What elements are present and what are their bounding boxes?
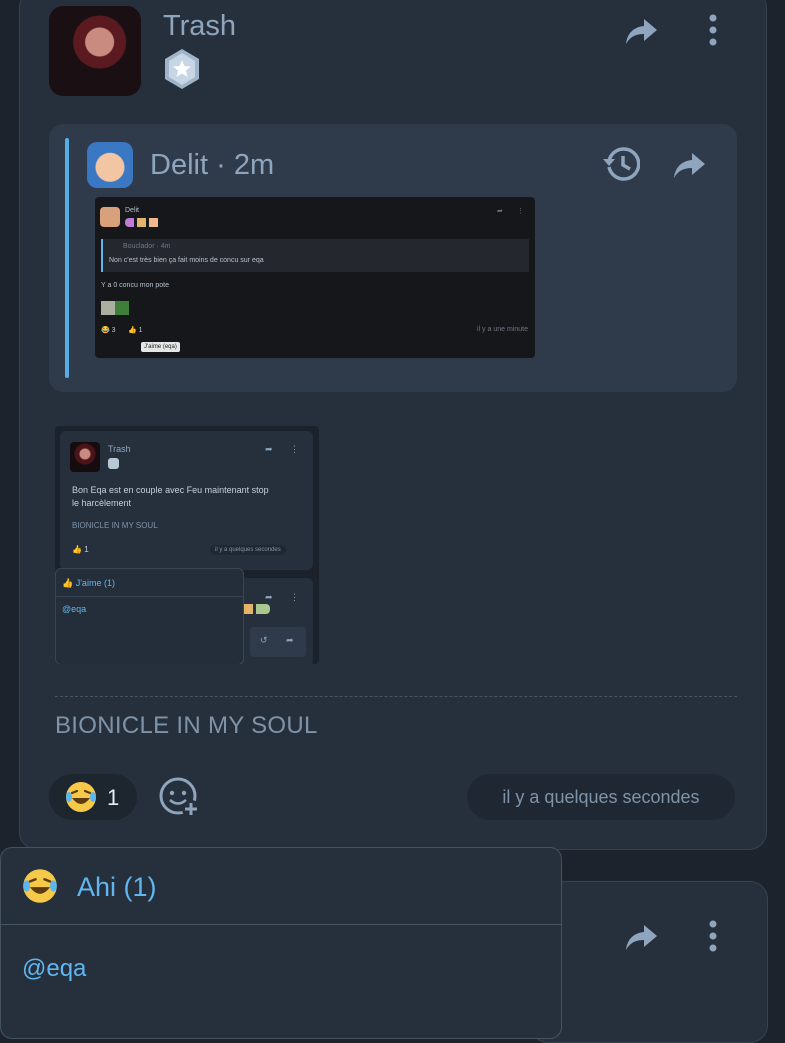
laughing-emoji-icon: [66, 782, 96, 812]
more-vertical-icon: [709, 920, 717, 952]
post-timestamp: il y a quelques secondes: [467, 774, 735, 820]
mini-author: Delit: [125, 207, 140, 214]
mini-text-line1: Bon Eqa est en couple avec Feu maintenan…: [72, 485, 269, 495]
mini-share-icon: ➦: [265, 592, 273, 602]
quote-author-name[interactable]: Delit: [150, 149, 208, 181]
reaction-popup-title: Ahi (1): [77, 872, 157, 902]
mini-quote-text: Non c'est très bien ça fait moins de con…: [109, 257, 264, 264]
mini-tooltip: J'aime (eqa): [141, 342, 180, 352]
mini-signature: BIONICLE IN MY SOUL: [72, 521, 158, 530]
mini-history-icon: ↺: [260, 635, 268, 645]
quote-share-button[interactable]: [669, 148, 709, 182]
more-options-button[interactable]: [700, 12, 726, 48]
quote-author-avatar[interactable]: [87, 142, 133, 188]
share-icon: [674, 153, 705, 178]
reaction-laugh-button[interactable]: 1: [49, 774, 137, 820]
mini-text-line2: le harcèlement: [72, 498, 132, 508]
reaction-count: 1: [107, 785, 120, 810]
quote-accent-bar: [65, 138, 69, 378]
share-icon: [626, 925, 657, 950]
share-button[interactable]: [622, 14, 660, 48]
mini-post-text: Y a 0 concu mon pote: [101, 282, 169, 289]
attached-screenshot-1[interactable]: Delit ➦ ⋮ Bouclador · 4m Non c'est très …: [95, 197, 535, 358]
mini-avatar: [70, 442, 100, 472]
mini-more-icon: ⋮: [290, 444, 299, 454]
mini-avatar: [100, 207, 120, 227]
attached-screenshot-2[interactable]: Trash ➦ ⋮ Bon Eqa est en couple avec Feu…: [55, 426, 319, 664]
next-more-options-button[interactable]: [700, 918, 726, 954]
mini-reaction-2: 👍 1: [128, 327, 143, 334]
author-avatar[interactable]: [49, 6, 141, 96]
signature-divider: [55, 696, 737, 697]
reaction-popup-header: Ahi (1): [1, 848, 561, 925]
post-signature: BIONICLE IN MY SOUL: [55, 712, 318, 739]
quote-separator: ·: [216, 149, 226, 181]
mini-reaction-popup: 👍 J'aime (1) @eqa: [55, 568, 244, 664]
mini-quote-box: [250, 627, 306, 657]
share-icon: [626, 19, 657, 44]
mini-card: Trash ➦ ⋮ Bon Eqa est en couple avec Feu…: [60, 431, 313, 570]
quote-time: 2m: [233, 149, 275, 181]
mini-more-icon: ⋮: [290, 592, 299, 602]
add-emoji-icon: [159, 777, 200, 818]
mini-emoji-row: [125, 218, 161, 227]
mini-reaction: 👍 1: [72, 545, 89, 554]
quote-author-line: Delit · 2m: [150, 149, 274, 182]
mini-share-icon: ➦: [497, 208, 503, 215]
mini-popup-divider: [56, 596, 243, 597]
quoted-message: Delit · 2m Delit ➦ ⋮ Bouclador · 4m Non …: [49, 124, 737, 392]
next-share-button[interactable]: [622, 920, 660, 954]
mini-attachment: [101, 301, 129, 315]
mini-popup-title: 👍 J'aime (1): [62, 578, 115, 588]
mini-time: il y a quelques secondes: [210, 545, 286, 555]
reaction-user-link[interactable]: @eqa: [22, 955, 86, 983]
mini-more-icon: ⋮: [517, 208, 524, 215]
more-vertical-icon: [709, 14, 717, 46]
rank-badge-icon: [165, 49, 199, 89]
mini-badge-icon: [108, 458, 119, 469]
reaction-popup: Ahi (1) @eqa: [0, 847, 562, 1039]
mini-author: Trash: [108, 444, 131, 454]
mini-reaction-1: 😂 3: [101, 327, 116, 334]
mini-share-icon-2: ➦: [286, 635, 294, 645]
mini-popup-user: @eqa: [62, 604, 87, 614]
laughing-emoji-icon: [23, 869, 57, 903]
mini-quote-author: Bouclador · 4m: [123, 243, 171, 250]
mini-time: il y a une minute: [477, 326, 528, 333]
history-icon: [603, 147, 640, 181]
mini-emojis: [240, 604, 270, 614]
add-reaction-button[interactable]: [156, 774, 202, 820]
history-button[interactable]: [601, 144, 641, 184]
next-post-card: [530, 881, 768, 1043]
mini-share-icon: ➦: [265, 444, 273, 454]
author-name[interactable]: Trash: [163, 10, 236, 43]
